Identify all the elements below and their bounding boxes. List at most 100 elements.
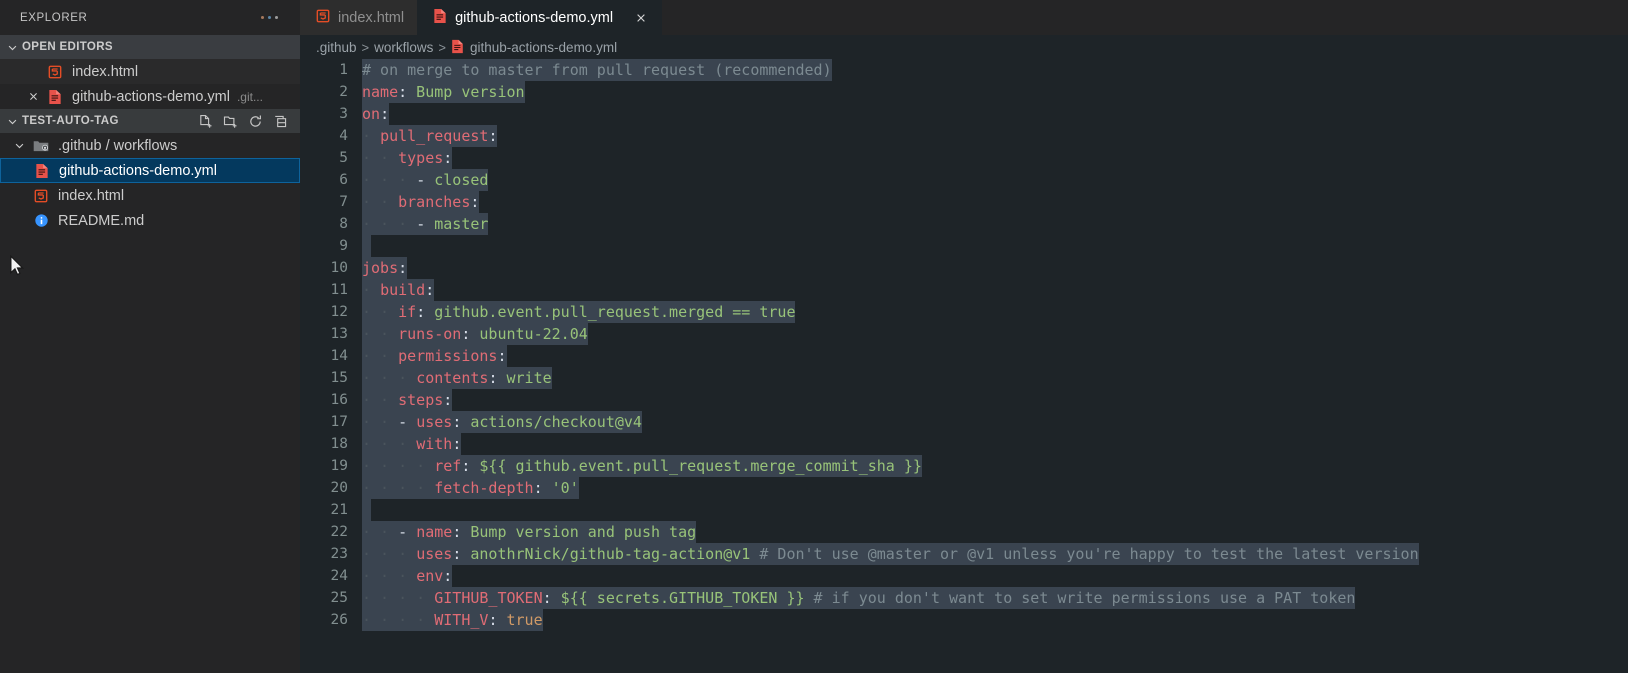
code-line[interactable]: 17 · · - uses: actions/checkout@v4 <box>300 411 1628 433</box>
code-line[interactable]: 6 · · · - closed <box>300 169 1628 191</box>
code-line[interactable]: 8 · · · - master <box>300 213 1628 235</box>
code-indent: · · · · <box>362 477 435 499</box>
line-number: 14 <box>330 348 348 364</box>
code-line[interactable]: 26 · · · · WITH_V: true <box>300 609 1628 631</box>
code-line[interactable]: 7 · · branches: <box>300 191 1628 213</box>
breadcrumb-separator: > <box>438 39 446 55</box>
tree-item-readme-md[interactable]: README.md <box>0 208 300 233</box>
code-token-punct: - <box>398 411 417 433</box>
code-line[interactable]: 19 · · · · ref: ${{ github.event.pull_req… <box>300 455 1628 477</box>
code-line[interactable]: 16 · · steps: <box>300 389 1628 411</box>
code-token-punct: : <box>488 125 498 147</box>
tab-github-actions-demo-yml[interactable]: github-actions-demo.yml <box>417 0 663 35</box>
code-line[interactable]: 4 · pull_request: <box>300 125 1628 147</box>
code-editor[interactable]: 1 # on merge to master from pull request … <box>300 59 1628 673</box>
breadcrumb-item-github[interactable]: .github <box>316 40 357 55</box>
collapse-all-icon[interactable] <box>272 113 288 129</box>
code-line-text: · · · uses: anothrNick/github-tag-action… <box>362 543 1419 565</box>
open-editor-description: .git... <box>236 89 263 104</box>
code-token-str: master <box>434 213 489 235</box>
code-line[interactable]: 3 on: <box>300 103 1628 125</box>
chevron-down-icon[interactable] <box>8 140 30 151</box>
explorer-title-bar: EXPLORER <box>0 0 300 35</box>
code-indent: · · · <box>362 565 417 587</box>
code-line[interactable]: 2 name: Bump version <box>300 81 1628 103</box>
code-token-comment: # on merge to master from pull request (… <box>362 59 832 81</box>
code-line-text: · · · · WITH_V: true <box>362 609 543 631</box>
ellipsis-icon[interactable] <box>261 16 286 19</box>
code-line[interactable]: 23 · · · uses: anothrNick/github-tag-acti… <box>300 543 1628 565</box>
code-token-punct: : <box>398 81 408 103</box>
code-line-text: · pull_request: <box>362 125 498 147</box>
code-line-text: · · types: <box>362 147 453 169</box>
code-line[interactable]: 1 # on merge to master from pull request … <box>300 59 1628 81</box>
code-line-text <box>362 499 372 521</box>
html5-file-icon <box>30 189 52 203</box>
code-token-str: ubuntu-22.04 <box>470 323 588 345</box>
code-token-str: ${{ secrets.GITHUB_TOKEN }} <box>551 587 805 609</box>
code-line-text: · · branches: <box>362 191 480 213</box>
tree-item-label: index.html <box>58 187 125 204</box>
code-line[interactable]: 13 · · runs-on: ubuntu-22.04 <box>300 323 1628 345</box>
code-line[interactable]: 24 · · · env: <box>300 565 1628 587</box>
code-token-str: github.event.pull_request.merged == true <box>425 301 796 323</box>
code-token-punct: - <box>416 213 435 235</box>
folder-github-icon <box>30 139 52 153</box>
html5-file-icon <box>44 65 66 79</box>
code-line-text: · · · - closed <box>362 169 489 191</box>
code-empty-line <box>362 235 372 257</box>
code-line-text: · · · · GITHUB_TOKEN: ${{ secrets.GITHUB… <box>362 587 1356 609</box>
breadcrumb-item-workflows[interactable]: workflows <box>374 40 433 55</box>
refresh-icon[interactable] <box>247 113 263 129</box>
tree-item-folder-github-workflows[interactable]: .github / workflows <box>0 133 300 158</box>
close-icon[interactable] <box>633 12 649 24</box>
new-file-icon[interactable] <box>197 113 213 129</box>
html5-file-icon <box>316 9 330 27</box>
code-line[interactable]: 11 · build: <box>300 279 1628 301</box>
code-line-text: · · - name: Bump version and push tag <box>362 521 697 543</box>
code-lines-container[interactable]: 1 # on merge to master from pull request … <box>300 59 1628 631</box>
line-number: 21 <box>330 502 348 518</box>
line-number: 16 <box>330 392 348 408</box>
code-line[interactable]: 9 <box>300 235 1628 257</box>
line-number: 10 <box>330 260 348 276</box>
code-line-text: · · · · fetch-depth: '0' <box>362 477 579 499</box>
code-line-text: · · steps: <box>362 389 453 411</box>
code-line[interactable]: 20 · · · · fetch-depth: '0' <box>300 477 1628 499</box>
code-token-comment: # if you don't want to set write permiss… <box>804 587 1356 609</box>
info-markdown-icon <box>30 213 52 228</box>
tab-label: github-actions-demo.yml <box>455 9 614 26</box>
section-open-editors-label: OPEN EDITORS <box>22 41 113 53</box>
chevron-down-icon <box>4 39 20 55</box>
tree-item-github-actions-demo-yml[interactable]: github-actions-demo.yml <box>0 158 300 183</box>
line-number: 24 <box>330 568 348 584</box>
code-token-punct: : <box>452 543 462 565</box>
code-line[interactable]: 10 jobs: <box>300 257 1628 279</box>
close-icon[interactable] <box>22 91 44 102</box>
section-workspace-label: TEST-AUTO-TAG <box>22 115 119 127</box>
open-editor-label: github-actions-demo.yml <box>72 88 230 105</box>
new-folder-icon[interactable] <box>222 113 238 129</box>
code-line[interactable]: 25 · · · · GITHUB_TOKEN: ${{ secrets.GITH… <box>300 587 1628 609</box>
breadcrumb-item-file[interactable]: github-actions-demo.yml <box>451 39 617 55</box>
code-line[interactable]: 22 · · - name: Bump version and push tag <box>300 521 1628 543</box>
code-token-punct: : <box>443 565 453 587</box>
tab-index-html[interactable]: index.html <box>300 0 418 35</box>
code-line[interactable]: 18 · · · with: <box>300 433 1628 455</box>
code-line-text: jobs: <box>362 257 408 279</box>
line-number: 19 <box>330 458 348 474</box>
open-editor-item-index-html[interactable]: index.html <box>0 59 300 84</box>
code-token-punct: : <box>443 389 453 411</box>
code-line[interactable]: 14 · · permissions: <box>300 345 1628 367</box>
code-token-key: uses <box>416 411 453 433</box>
code-line[interactable]: 15 · · · contents: write <box>300 367 1628 389</box>
code-token-key: steps <box>398 389 444 411</box>
code-line[interactable]: 5 · · types: <box>300 147 1628 169</box>
open-editor-item-github-actions-demo-yml[interactable]: github-actions-demo.yml .git... <box>0 84 300 109</box>
section-workspace-header[interactable]: TEST-AUTO-TAG <box>0 109 300 133</box>
code-indent: · · <box>362 389 399 411</box>
section-open-editors-header[interactable]: OPEN EDITORS <box>0 35 300 59</box>
code-line[interactable]: 21 <box>300 499 1628 521</box>
tree-item-index-html[interactable]: index.html <box>0 183 300 208</box>
code-line[interactable]: 12 · · if: github.event.pull_request.merg… <box>300 301 1628 323</box>
